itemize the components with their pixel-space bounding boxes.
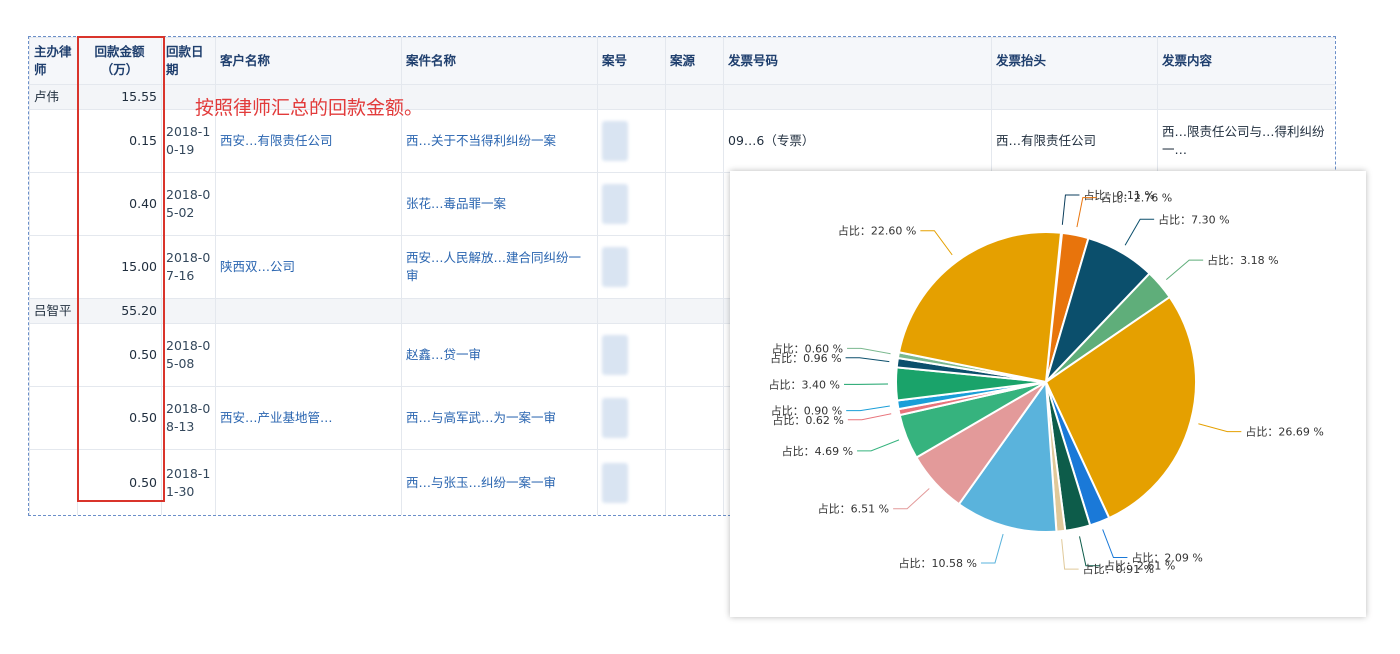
date-cell: 2018-08-13 <box>161 386 216 450</box>
amount-column-highlight <box>77 36 165 502</box>
pie-slice-label: 占比：3.40 % <box>769 377 840 391</box>
case-cell[interactable]: 西…与张玉…纠纷一案一审 <box>401 449 598 515</box>
pie-leader-line <box>1165 259 1204 280</box>
pie-leader-line <box>920 230 953 256</box>
case-no-cell <box>597 449 666 515</box>
pie-slice-label: 占比：2.76 % <box>1101 191 1172 205</box>
client-cell[interactable] <box>215 449 402 515</box>
source-cell <box>665 172 724 236</box>
case-cell[interactable]: 赵鑫…贷一审 <box>401 323 598 387</box>
case-cell[interactable]: 西…与高军武…为一案一审 <box>401 386 598 450</box>
pie-leader-line <box>847 413 892 421</box>
source-cell <box>665 449 724 515</box>
annotation-text: 按照律师汇总的回款金额。 <box>195 97 424 119</box>
pie-slice-label: 占比：0.91 % <box>1083 562 1154 576</box>
pie-leader-line <box>1198 423 1242 433</box>
invoice-no-cell: 09…6（专票） <box>723 109 992 173</box>
pie-leader-line <box>1102 529 1128 558</box>
invoice-title-cell: 西…有限责任公司 <box>991 109 1158 173</box>
pie-slice-label: 占比：26.69 % <box>1245 425 1323 439</box>
date-cell: 2018-07-16 <box>161 235 216 299</box>
header-case-no[interactable]: 案号 <box>597 37 666 85</box>
case-no-cell <box>597 172 666 236</box>
pie-leader-line <box>857 439 900 452</box>
pie-slice-label: 占比：3.18 % <box>1207 253 1278 267</box>
source-cell <box>665 323 724 387</box>
case-no-cell <box>597 235 666 299</box>
client-cell[interactable]: 西安…产业基地管… <box>215 386 402 450</box>
case-no-cell <box>597 386 666 450</box>
pie-slice-label: 占比：10.58 % <box>899 556 977 570</box>
header-case[interactable]: 案件名称 <box>401 37 598 85</box>
header-invoice-title[interactable]: 发票抬头 <box>991 37 1158 85</box>
table-header-row: 主办律师 回款金额（万） 回款日期 客户名称 案件名称 案号 案源 发票号码 发… <box>29 37 1335 85</box>
group-lawyer: 卢伟 <box>29 84 78 110</box>
case-cell[interactable]: 西安…人民解放…建合同纠纷一审 <box>401 235 598 299</box>
pie-chart: 占比：0.11 %占比：2.76 %占比：7.30 %占比：3.18 %占比：2… <box>769 188 1324 576</box>
case-no-cell <box>597 323 666 387</box>
pie-chart-panel: 占比：0.11 % 占比：2.76 % 占比：7.30 % 占比：3.18 % 占比：2… <box>730 171 1366 617</box>
pie-leader-line <box>1124 218 1155 246</box>
invoice-content-cell: 西…限责任公司与…得利纠纷一… <box>1157 109 1335 173</box>
header-invoice-no[interactable]: 发票号码 <box>723 37 992 85</box>
pie-leader-line <box>1061 194 1080 225</box>
group-lawyer: 吕智平 <box>29 298 78 324</box>
pie-slice-label: 占比：0.90 % <box>771 404 842 418</box>
pie-slice-label: 占比：0.60 % <box>772 341 843 355</box>
header-client[interactable]: 客户名称 <box>215 37 402 85</box>
pie-leader-line <box>846 405 890 412</box>
source-cell <box>665 235 724 299</box>
header-source[interactable]: 案源 <box>665 37 724 85</box>
header-invoice-content[interactable]: 发票内容 <box>1157 37 1335 85</box>
pie-leader-line <box>845 357 890 363</box>
pie-leader-line <box>1079 536 1100 567</box>
pie-leader-line <box>1076 197 1097 228</box>
client-cell[interactable] <box>215 323 402 387</box>
case-cell[interactable]: 张花…毒品罪一案 <box>401 172 598 236</box>
case-no-cell <box>597 109 666 173</box>
pie-leader-line <box>847 347 891 355</box>
pie-slice-label: 占比：4.69 % <box>782 444 853 458</box>
date-cell: 2018-11-30 <box>161 449 216 515</box>
source-cell <box>665 109 724 173</box>
client-cell[interactable]: 陕西双…公司 <box>215 235 402 299</box>
pie-leader-line <box>893 488 930 510</box>
date-cell: 2018-05-08 <box>161 323 216 387</box>
source-cell <box>665 386 724 450</box>
case-cell[interactable]: 西…关于不当得利纠纷一案 <box>401 109 598 173</box>
pie-leader-line <box>980 533 1004 564</box>
client-cell[interactable] <box>215 172 402 236</box>
date-cell: 2018-05-02 <box>161 172 216 236</box>
header-lawyer[interactable]: 主办律师 <box>29 37 78 85</box>
pie-slice-label: 占比：7.30 % <box>1158 212 1229 226</box>
pie-slice-label: 占比：6.51 % <box>818 502 889 516</box>
header-date[interactable]: 回款日期 <box>161 37 216 85</box>
pie-leader-line <box>1061 539 1079 570</box>
pie-slice-label: 占比：22.60 % <box>838 224 916 238</box>
